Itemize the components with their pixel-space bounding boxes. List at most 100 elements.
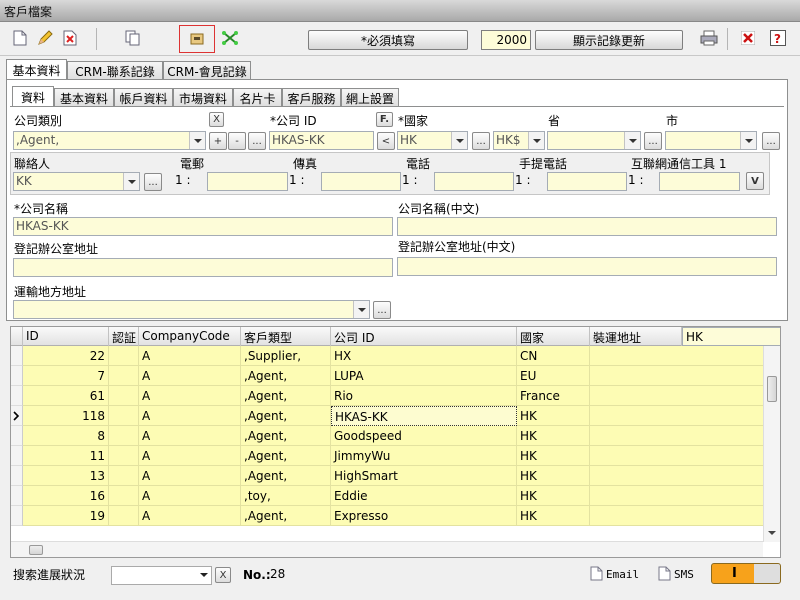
grid-cell-ship[interactable] (590, 386, 766, 406)
grid-cell-company[interactable]: HighSmart (331, 466, 517, 486)
printer-icon[interactable] (697, 27, 721, 49)
row-selector[interactable] (11, 386, 23, 406)
grid-cell-code[interactable]: A (139, 446, 241, 466)
grid-cell-country[interactable]: EU (517, 366, 590, 386)
grid-cell-type[interactable]: ,Agent, (241, 366, 331, 386)
grid-cell-cert[interactable] (109, 406, 139, 426)
row-selector[interactable] (11, 506, 23, 526)
record-count-input[interactable]: 2000 (481, 30, 531, 50)
grid-cell-ship[interactable] (590, 506, 766, 526)
close-icon[interactable] (736, 27, 760, 49)
grid-cell-code[interactable]: A (139, 466, 241, 486)
grid-cell-id[interactable]: 8 (23, 426, 109, 446)
back-button[interactable]: < (377, 132, 395, 150)
tab-crm-meeting[interactable]: CRM-會見記錄 (163, 61, 251, 80)
tab-crm-contact[interactable]: CRM-聯系記錄 (67, 61, 163, 80)
grid-cell-id[interactable]: 118 (23, 406, 109, 426)
contact-select[interactable]: KK (13, 172, 140, 191)
office-address-cn-input[interactable] (397, 257, 777, 276)
grid-cell-cert[interactable] (109, 346, 139, 366)
grid-header-id[interactable]: ID (23, 327, 109, 346)
grid-vertical-scrollbar[interactable] (763, 346, 780, 542)
grid-cell-country[interactable]: HK (517, 506, 590, 526)
grid-cell-cert[interactable] (109, 486, 139, 506)
subtab-service[interactable]: 客戶服務 (282, 88, 341, 107)
row-selector[interactable] (11, 426, 23, 446)
grid-cell-country[interactable]: France (517, 386, 590, 406)
row-selector[interactable] (11, 346, 23, 366)
grid-cell-country[interactable]: HK (517, 486, 590, 506)
company-name-input[interactable]: HKAS-KK (13, 217, 393, 236)
network-icon[interactable] (218, 27, 242, 49)
current-row-pointer-icon[interactable] (11, 406, 23, 426)
grid-cell-code[interactable]: A (139, 426, 241, 446)
chevron-down-icon[interactable] (200, 573, 208, 577)
grid-cell-company[interactable]: Eddie (331, 486, 517, 506)
grid-cell-code[interactable]: A (139, 486, 241, 506)
grid-cell-type[interactable]: ,Agent, (241, 406, 331, 426)
add-company-type-button[interactable]: + (209, 132, 227, 150)
grid-cell-type[interactable]: ,Agent, (241, 506, 331, 526)
chevron-down-icon[interactable] (353, 301, 369, 318)
subtab-online[interactable]: 網上設置 (341, 88, 399, 107)
grid-cell-code[interactable]: A (139, 506, 241, 526)
grid-cell-cert[interactable] (109, 426, 139, 446)
grid-cell-ship[interactable] (590, 406, 766, 426)
clear-search-button[interactable]: X (215, 567, 231, 583)
subtab-basic[interactable]: 基本資料 (54, 88, 114, 107)
grid-cell-type[interactable]: ,Agent, (241, 446, 331, 466)
browse-city-button[interactable]: ... (762, 132, 780, 150)
company-type-select[interactable]: ,Agent, (13, 131, 206, 150)
grid-cell-code[interactable]: A (139, 346, 241, 366)
grid-cell-type[interactable]: ,Agent, (241, 426, 331, 446)
grid-horizontal-scrollbar[interactable] (11, 541, 763, 557)
f-button[interactable]: F. (376, 112, 393, 127)
grid-header-type[interactable]: 客戶類型 (241, 327, 331, 346)
grid-header-code[interactable]: CompanyCode (139, 327, 241, 346)
province-select[interactable] (547, 131, 641, 150)
grid-cell-cert[interactable] (109, 366, 139, 386)
edit-pencil-icon[interactable] (33, 27, 57, 49)
table-row[interactable]: 118 A ,Agent, HKAS-KK HK (11, 406, 766, 426)
table-row[interactable]: 19 A ,Agent, Expresso HK (11, 506, 766, 526)
grid-cell-company[interactable]: Rio (331, 386, 517, 406)
grid-cell-id[interactable]: 7 (23, 366, 109, 386)
grid-cell-id[interactable]: 22 (23, 346, 109, 366)
grid-cell-type[interactable]: ,Supplier, (241, 346, 331, 366)
grid-cell-ship[interactable] (590, 486, 766, 506)
office-address-input[interactable] (13, 258, 393, 277)
grid-cell-company[interactable]: HX (331, 346, 517, 366)
table-row[interactable]: 11 A ,Agent, JimmyWu HK (11, 446, 766, 466)
grid-cell-country[interactable]: HK (517, 406, 590, 426)
grid-cell-ship[interactable] (590, 426, 766, 446)
grid-cell-country[interactable]: HK (517, 446, 590, 466)
browse-contact-button[interactable]: ... (144, 173, 162, 191)
table-row[interactable]: 22 A ,Supplier, HX CN (11, 346, 766, 366)
grid-header-company-id[interactable]: 公司 ID (331, 327, 517, 346)
grid-cell-cert[interactable] (109, 386, 139, 406)
scroll-thumb[interactable] (767, 376, 777, 402)
chevron-down-icon[interactable] (123, 173, 139, 190)
table-row[interactable]: 16 A ,toy, Eddie HK (11, 486, 766, 506)
company-id-input[interactable]: HKAS-KK (269, 131, 374, 150)
grid-header-cert[interactable]: 認証 (109, 327, 139, 346)
new-document-icon[interactable] (8, 27, 32, 49)
shipping-address-select[interactable] (13, 300, 370, 319)
grid-header-shipping[interactable]: 裝運地址 (590, 327, 682, 346)
remove-company-type-button[interactable]: - (228, 132, 246, 150)
grid-cell-id[interactable]: 11 (23, 446, 109, 466)
grid-cell-country[interactable]: HK (517, 466, 590, 486)
grid-filter-input[interactable]: HK (682, 327, 780, 346)
hscroll-thumb[interactable] (29, 545, 43, 555)
grid-cell-cert[interactable] (109, 506, 139, 526)
status-toggle[interactable]: I (711, 563, 781, 584)
grid-cell-id[interactable]: 16 (23, 486, 109, 506)
grid-header-country[interactable]: 國家 (517, 327, 590, 346)
copy-icon[interactable] (121, 27, 145, 49)
grid-cell-code[interactable]: A (139, 366, 241, 386)
grid-cell-company[interactable]: Expresso (331, 506, 517, 526)
table-row[interactable]: 7 A ,Agent, LUPA EU (11, 366, 766, 386)
table-row[interactable]: 13 A ,Agent, HighSmart HK (11, 466, 766, 486)
grid-cell-country[interactable]: CN (517, 346, 590, 366)
table-row[interactable]: 8 A ,Agent, Goodspeed HK (11, 426, 766, 446)
